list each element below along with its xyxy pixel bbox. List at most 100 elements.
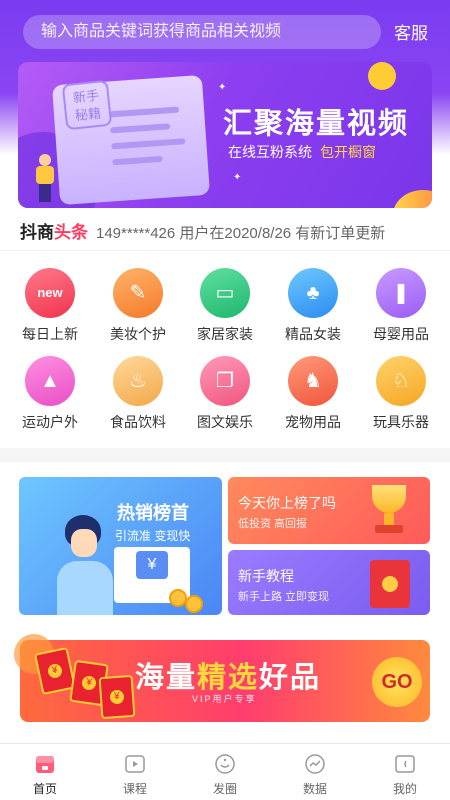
rocking-horse-icon: ♘ — [376, 356, 426, 406]
category-item[interactable]: ▲ 运动户外 — [15, 356, 85, 432]
currency-tag: ¥ — [136, 551, 168, 579]
category-item[interactable]: new 每日上新 — [15, 268, 85, 344]
ranking-title: 今天你上榜了吗 — [238, 495, 336, 511]
promo-headline-part2: 精选 — [197, 662, 260, 694]
newbie-badge: 新手 秘籍 — [61, 79, 113, 131]
new-badge-icon: new — [25, 268, 75, 318]
banner-subtitle-text: 在线互粉系统 — [228, 144, 312, 160]
category-label: 宠物用品 — [285, 414, 341, 430]
tab-profile[interactable]: 我的 — [370, 752, 440, 797]
promo-headline: 海量精选好品 — [135, 654, 321, 696]
ticker-message: 149*****426 用户在2020/8/26 有新订单更新 — [96, 225, 386, 242]
search-placeholder: 输入商品关键词获得商品相关视频 — [41, 23, 282, 40]
tab-moments[interactable]: 发圈 — [190, 752, 260, 797]
category-glyph: new — [37, 285, 63, 300]
vip-promo-banner[interactable]: ¥ ¥ ¥ 海量精选好品 VIP用户专享 GO — [14, 634, 430, 722]
cake-icon: ♨ — [113, 356, 163, 406]
person-illustration — [36, 154, 54, 202]
category-item[interactable]: ❐ 图文娱乐 — [190, 356, 260, 432]
category-label: 食品饮料 — [110, 414, 166, 430]
category-glyph: ♣ — [306, 282, 320, 304]
news-ticker[interactable]: 抖商头条 149*****426 用户在2020/8/26 有新订单更新 — [20, 218, 385, 242]
category-item[interactable]: ♣ 精品女装 — [278, 268, 348, 344]
tab-home[interactable]: 首页 — [10, 752, 80, 797]
tent-icon: ▲ — [25, 356, 75, 406]
banner-title: 汇聚海量视频 — [223, 108, 410, 140]
category-label: 母婴用品 — [373, 326, 429, 342]
category-glyph: ❚ — [392, 282, 410, 304]
category-item[interactable]: ✎ 美妆个护 — [103, 268, 173, 344]
category-glyph: ▲ — [40, 370, 60, 392]
man-illustration — [57, 515, 117, 615]
category-glyph: ▭ — [215, 282, 235, 304]
tutorial-title: 新手教程 — [238, 568, 294, 584]
red-envelope-icon: ¥ — [98, 674, 136, 720]
promo-headline-part1: 海量 — [135, 662, 198, 694]
category-item[interactable]: ▭ 家居家装 — [190, 268, 260, 344]
tutorial-card[interactable]: 新手教程 新手上路 立即变现 — [228, 550, 430, 615]
decor-dot — [368, 62, 396, 90]
go-button[interactable]: GO — [372, 657, 422, 707]
tab-course[interactable]: 课程 — [100, 752, 170, 797]
category-glyph: ❐ — [216, 370, 234, 392]
sparkle-icon: ✦ — [233, 172, 242, 183]
search-input[interactable]: 输入商品关键词获得商品相关视频 — [23, 15, 381, 49]
category-label: 每日上新 — [22, 326, 78, 342]
sparkle-icon: ✦ — [218, 82, 227, 93]
section-divider — [0, 448, 450, 462]
category-item[interactable]: ❚ 母婴用品 — [366, 268, 436, 344]
category-label: 家居家装 — [197, 326, 253, 342]
category-glyph: ♞ — [304, 370, 322, 392]
dog-icon: ♞ — [288, 356, 338, 406]
home-icon — [33, 752, 57, 776]
category-item[interactable]: ♞ 宠物用品 — [278, 356, 348, 432]
banner-subtitle: 在线互粉系统 包开橱窗 — [228, 142, 376, 162]
trophy-icon — [366, 485, 412, 537]
banner-subtitle-highlight: 包开橱窗 — [320, 144, 376, 160]
vip-caption: VIP用户专享 — [192, 694, 257, 704]
bottom-tab-bar: 首页 课程 发圈 数据 我的 — [0, 743, 450, 800]
red-envelope-icon: ¥ — [34, 646, 76, 696]
coin-icon — [185, 595, 203, 613]
book-icon: ❐ — [200, 356, 250, 406]
tab-label: 我的 — [392, 782, 417, 796]
customer-service-link[interactable]: 客服 — [394, 19, 428, 44]
tab-label: 发圈 — [212, 782, 237, 796]
chart-line-icon — [303, 752, 327, 776]
badge-line-2: 秘籍 — [74, 105, 102, 124]
category-label: 图文娱乐 — [197, 414, 253, 430]
ranking-card[interactable]: 今天你上榜了吗 低投资 高回报 — [228, 477, 430, 544]
category-label: 玩具乐器 — [373, 414, 429, 430]
hot-sales-title: 热销榜首 — [117, 503, 189, 523]
hero-banner[interactable]: 新手 秘籍 汇聚海量视频 在线互粉系统 包开橱窗 ✦ ✦ — [18, 62, 432, 208]
hot-sales-subtitle: 引流准 变现快 — [115, 529, 191, 543]
tutorial-subtitle: 新手上路 立即变现 — [238, 591, 330, 603]
tab-label: 首页 — [32, 782, 57, 796]
category-label: 运动户外 — [22, 414, 78, 430]
category-item[interactable]: ♨ 食品饮料 — [103, 356, 173, 432]
promo-headline-part3: 好品 — [259, 662, 322, 694]
dress-icon: ♣ — [288, 268, 338, 318]
smile-circle-icon — [213, 752, 237, 776]
category-glyph: ✎ — [129, 282, 147, 304]
decor-blob — [393, 190, 432, 208]
red-packet-icon — [370, 560, 410, 608]
divider — [0, 250, 450, 251]
category-label: 美妆个护 — [110, 326, 166, 342]
category-item[interactable]: ♘ 玩具乐器 — [366, 356, 436, 432]
play-video-icon — [123, 752, 147, 776]
hot-sales-card[interactable]: ¥ 热销榜首 引流准 变现快 — [19, 477, 222, 615]
profile-icon — [393, 752, 417, 776]
ticker-brand-highlight: 头条 — [54, 223, 88, 242]
category-glyph: ♘ — [392, 370, 410, 392]
baby-bottle-icon: ❚ — [376, 268, 426, 318]
category-label: 精品女装 — [285, 326, 341, 342]
cosmetics-icon: ✎ — [113, 268, 163, 318]
ranking-subtitle: 低投资 高回报 — [238, 518, 308, 530]
tab-label: 课程 — [122, 782, 147, 796]
category-glyph: ♨ — [129, 370, 147, 392]
ticker-brand: 抖商 — [20, 223, 54, 242]
tab-label: 数据 — [302, 782, 327, 796]
sofa-icon: ▭ — [200, 268, 250, 318]
tab-data[interactable]: 数据 — [280, 752, 350, 797]
